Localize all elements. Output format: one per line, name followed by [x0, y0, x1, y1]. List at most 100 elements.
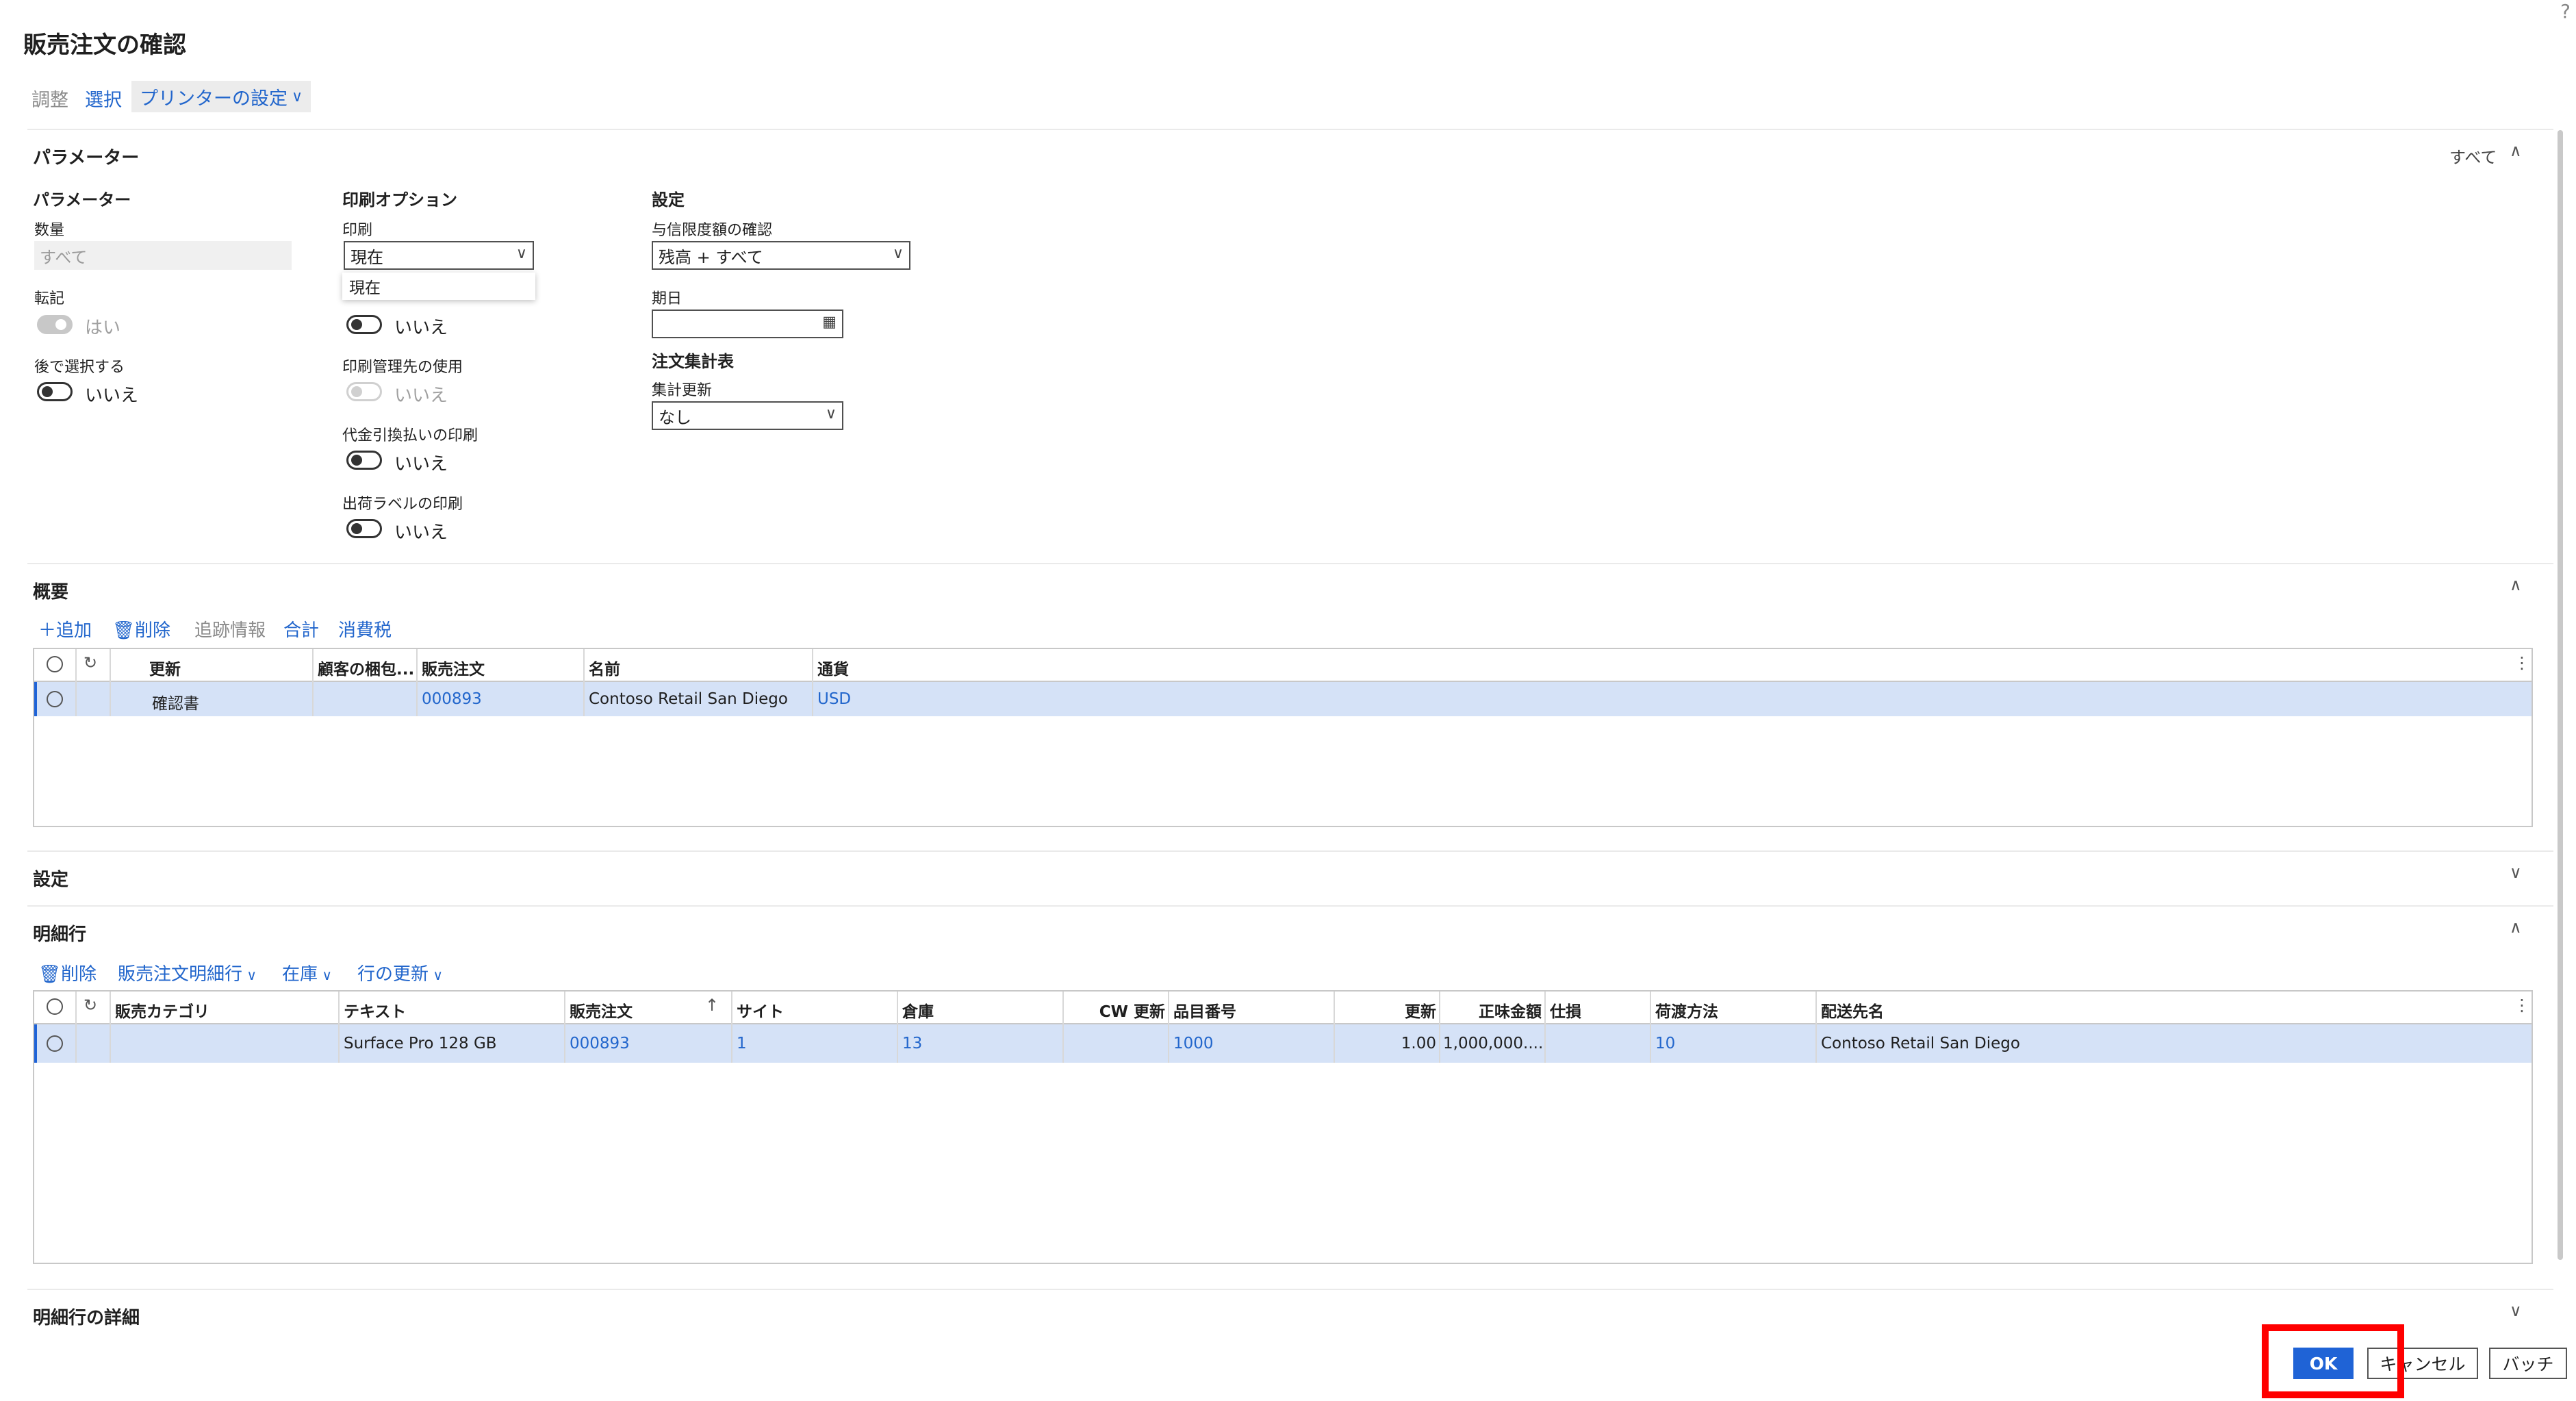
sales-line-menu[interactable]: 販売注文明細行 ∨ [118, 960, 257, 985]
printer-settings-label: プリンターの設定 [140, 88, 288, 110]
select-all-radio[interactable] [47, 656, 63, 672]
row-indicator [34, 682, 37, 716]
printer-settings-button[interactable]: プリンターの設定 ∨ [131, 81, 311, 112]
total-button[interactable]: 合計 [283, 616, 319, 642]
grid-col-line [75, 992, 77, 1063]
chevron-down-icon[interactable]: ∨ [2510, 1301, 2522, 1320]
col-header-text[interactable]: テキスト [344, 998, 406, 1022]
update-line-menu[interactable]: 行の更新 ∨ [357, 960, 443, 985]
chevron-down-icon[interactable]: ∨ [2510, 863, 2522, 882]
col-header-delivery-mode[interactable]: 荷渡方法 [1655, 998, 1718, 1022]
row-select-radio[interactable] [47, 1035, 63, 1052]
due-date-input[interactable]: ▦ [652, 310, 843, 338]
cell-item-number-link[interactable]: 1000 [1173, 1035, 1214, 1052]
sort-ascending-icon[interactable]: ↑ [705, 996, 719, 1015]
select-all-radio[interactable] [47, 998, 63, 1015]
col-header-packing[interactable]: 顧客の梱包... [318, 656, 414, 679]
cell-name[interactable]: Contoso Retail San Diego [589, 690, 788, 708]
cell-warehouse-link[interactable]: 13 [902, 1035, 922, 1052]
grid-col-line [1650, 992, 1651, 1063]
param-col-title: パラメーター [33, 190, 131, 210]
more-options-icon[interactable]: ⋮ [2514, 996, 2530, 1015]
col-header-sales-order[interactable]: 販売注文 [570, 998, 633, 1022]
col-header-name[interactable]: 名前 [589, 656, 620, 679]
cell-ship-to-name[interactable]: Contoso Retail San Diego [1821, 1035, 2020, 1052]
cod-print-value: いいえ [394, 454, 448, 475]
col-header-site[interactable]: サイト [737, 998, 784, 1022]
cell-site-link[interactable]: 1 [737, 1035, 747, 1052]
print-select[interactable]: 現在 ∨ [344, 241, 534, 270]
print-dropdown-option[interactable]: 現在 [342, 273, 535, 300]
tax-button[interactable]: 消費税 [338, 616, 392, 642]
show-all-link[interactable]: すべて [2449, 144, 2497, 168]
chevron-up-icon[interactable]: ∧ [2510, 141, 2522, 160]
col-header-sales-category[interactable]: 販売カテゴリ [115, 998, 209, 1022]
row-select-radio[interactable] [47, 691, 63, 707]
cell-text[interactable]: Surface Pro 128 GB [344, 1035, 497, 1052]
print-management-value: いいえ [394, 386, 448, 406]
col-header-item-number[interactable]: 品目番号 [1173, 998, 1236, 1022]
print-toggle[interactable] [346, 315, 382, 334]
cell-currency-link[interactable]: USD [817, 690, 851, 708]
add-button[interactable]: ＋追加 [38, 616, 92, 642]
batch-button[interactable]: バッチ [2489, 1348, 2567, 1379]
refresh-icon[interactable]: ↻ [84, 996, 97, 1015]
grid-col-line [1168, 992, 1169, 1063]
plus-icon: ＋ [38, 620, 57, 641]
parameters-section-title: パラメーター [33, 148, 140, 168]
credit-check-select[interactable]: 残高 + すべて ∨ [652, 241, 910, 270]
summary-update-value: なし [659, 407, 691, 427]
inventory-menu[interactable]: 在庫 ∨ [282, 960, 332, 985]
chevron-up-icon[interactable]: ∧ [2510, 575, 2522, 594]
order-summary-title: 注文集計表 [652, 352, 734, 371]
grid-col-line [1062, 992, 1064, 1063]
table-row[interactable] [34, 682, 2532, 716]
lines-delete-label: 削除 [61, 964, 97, 985]
chevron-down-icon: ∨ [242, 967, 257, 983]
summary-update-select[interactable]: なし ∨ [652, 401, 843, 430]
select-button[interactable]: 選択 [85, 85, 122, 112]
chevron-up-icon[interactable]: ∧ [2510, 918, 2522, 937]
tracking-info-button[interactable]: 追跡情報 [194, 616, 266, 642]
grid-col-line [312, 649, 314, 716]
cod-print-toggle[interactable] [346, 451, 382, 470]
summary-update-label: 集計更新 [652, 382, 713, 399]
shipping-label-print-label: 出荷ラベルの印刷 [342, 496, 463, 513]
more-options-icon[interactable]: ⋮ [2514, 653, 2530, 672]
select-later-toggle[interactable] [37, 382, 73, 401]
credit-check-label: 与信限度額の確認 [652, 222, 773, 239]
col-header-waste[interactable]: 仕損 [1550, 998, 1581, 1022]
cell-sales-order-link[interactable]: 000893 [422, 690, 482, 708]
col-header-update[interactable]: 更新 [1339, 998, 1436, 1022]
refresh-icon[interactable]: ↻ [84, 653, 97, 672]
cell-update-qty[interactable]: 1.00 [1339, 1035, 1436, 1052]
cell-sales-order-link[interactable]: 000893 [570, 1035, 630, 1052]
col-header-update[interactable]: 更新 [149, 656, 181, 679]
col-header-warehouse[interactable]: 倉庫 [902, 998, 934, 1022]
delete-button[interactable]: 🗑削除 [112, 616, 170, 642]
grid-col-line [110, 992, 111, 1063]
line-details-section-title: 明細行の詳細 [33, 1308, 140, 1328]
shipping-label-print-toggle[interactable] [346, 519, 382, 538]
col-header-sales-order[interactable]: 販売注文 [422, 656, 485, 679]
settings-section-title: 設定 [33, 870, 69, 890]
vertical-scrollbar[interactable] [2558, 130, 2563, 1260]
col-header-net-amount[interactable]: 正味金額 [1444, 998, 1542, 1022]
cell-net-amount[interactable]: 1,000,000.... [1443, 1035, 1543, 1052]
divider [27, 1289, 2553, 1290]
cell-delivery-mode-link[interactable]: 10 [1655, 1035, 1675, 1052]
lines-delete-button[interactable]: 🗑削除 [38, 960, 97, 985]
adjust-button[interactable]: 調整 [31, 85, 68, 112]
divider [27, 563, 2553, 564]
print-toggle-value: いいえ [394, 318, 448, 338]
col-header-currency[interactable]: 通貨 [817, 656, 849, 679]
sales-line-label: 販売注文明細行 [118, 964, 243, 985]
col-header-ship-to-name[interactable]: 配送先名 [1821, 998, 1884, 1022]
help-icon[interactable]: ? [2560, 0, 2571, 23]
grid-col-line [416, 649, 418, 716]
credit-check-value: 残高 + すべて [659, 247, 763, 267]
cell-update[interactable]: 確認書 [152, 690, 199, 714]
col-header-cw-update[interactable]: CW 更新 [1068, 998, 1165, 1022]
calendar-icon[interactable]: ▦ [822, 314, 837, 331]
grid-col-line [110, 649, 111, 716]
